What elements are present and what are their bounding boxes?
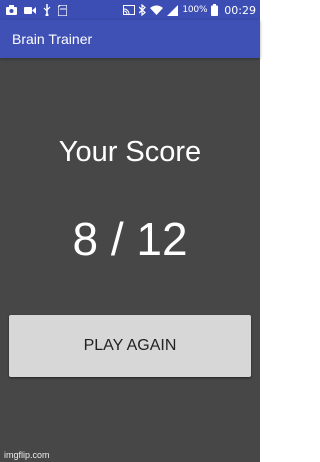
app-screen: 100% 00:29 Brain Trainer Your Score 8 / … [0,0,260,462]
usb-icon [43,4,51,16]
score-value: 8 / 12 [72,213,188,265]
clock: 00:29 [224,3,256,17]
signal-icon [167,4,179,16]
score-heading: Your Score [58,136,202,168]
sd-card-icon [58,4,67,16]
wifi-icon [150,5,164,15]
bluetooth-icon [139,4,147,16]
battery-percent: 100% [182,5,208,15]
system-icons: 100% 00:29 [123,2,256,18]
play-again-button[interactable]: PLAY AGAIN [9,315,251,377]
notification-icons [6,3,67,17]
app-title: Brain Trainer [12,31,93,47]
status-bar: 100% 00:29 [0,0,260,20]
camera-icon [6,5,17,15]
battery-icon [211,4,219,16]
cast-icon [123,5,136,15]
app-bar: Brain Trainer [0,20,260,58]
video-icon [24,6,36,15]
watermark: imgflip.com [4,450,50,460]
